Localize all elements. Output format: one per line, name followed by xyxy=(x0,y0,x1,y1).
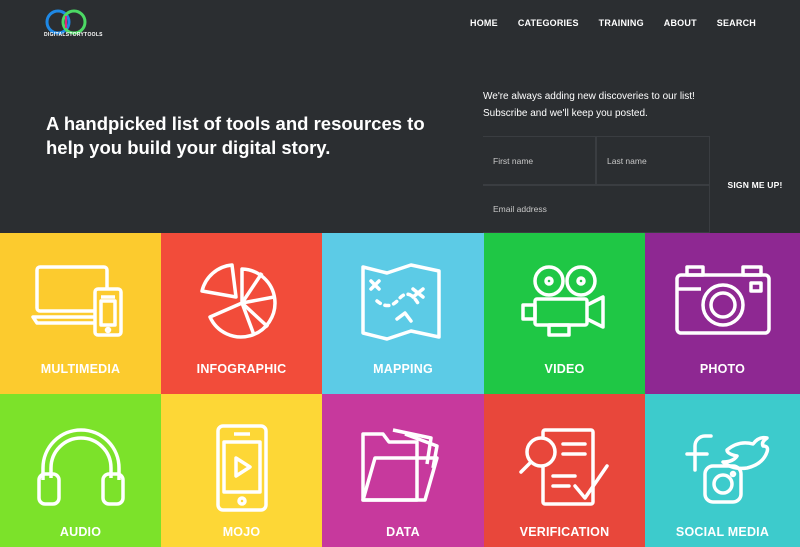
smartphone-play-icon xyxy=(215,424,268,512)
category-label: PHOTO xyxy=(699,362,746,376)
subscribe-line-1: We're always adding new discoveries to o… xyxy=(483,91,695,102)
treasure-map-icon xyxy=(361,263,441,341)
subscribe-line-2: Subscribe and we'll keep you posted. xyxy=(483,108,648,119)
pie-chart-icon xyxy=(199,263,277,339)
category-label: MOJO xyxy=(222,525,261,539)
category-tile-verification[interactable]: VERIFICATION xyxy=(484,394,645,547)
first-name-field[interactable]: First name xyxy=(483,136,596,185)
sign-up-button[interactable]: SIGN ME UP! xyxy=(710,136,800,233)
devices-icon xyxy=(30,265,123,337)
category-tile-multimedia[interactable]: MULTIMEDIA xyxy=(0,233,161,394)
hero-headline: A handpicked list of tools and resources… xyxy=(46,113,425,158)
nav-categories[interactable]: CATEGORIES xyxy=(518,18,579,28)
headphones-icon xyxy=(36,428,125,506)
social-icons-icon xyxy=(684,434,769,504)
last-name-field[interactable]: Last name xyxy=(596,136,710,185)
nav-training[interactable]: TRAINING xyxy=(599,18,644,28)
category-tile-mapping[interactable]: MAPPING xyxy=(322,233,484,394)
hero-section: DIGITALSTORYTOOLS HOME CATEGORIES TRAINI… xyxy=(0,0,800,233)
logo-text: DIGITALSTORYTOOLS xyxy=(44,32,103,38)
folder-icon xyxy=(361,428,439,502)
subscribe-form: First name Last name Email address SIGN … xyxy=(483,136,800,233)
category-tile-video[interactable]: VIDEO xyxy=(484,233,645,394)
category-tile-audio[interactable]: AUDIO xyxy=(0,394,161,547)
subscribe-text: We're always adding new discoveries to o… xyxy=(483,88,783,122)
nav-about[interactable]: ABOUT xyxy=(664,18,697,28)
category-grid: MULTIMEDIA INFOGRAPHIC MAPPING VIDEO PHO… xyxy=(0,233,800,547)
magnifier-checklist-icon xyxy=(518,428,609,506)
nav-home[interactable]: HOME xyxy=(470,18,498,28)
category-tile-infographic[interactable]: INFOGRAPHIC xyxy=(161,233,322,394)
category-label: AUDIO xyxy=(59,525,102,539)
film-projector-icon xyxy=(520,265,605,337)
category-label: INFOGRAPHIC xyxy=(196,362,287,376)
category-label: VERIFICATION xyxy=(519,525,610,539)
nav-search[interactable]: SEARCH xyxy=(717,18,756,28)
category-label: MULTIMEDIA xyxy=(40,362,121,376)
category-label: VIDEO xyxy=(544,362,585,376)
category-tile-data[interactable]: DATA xyxy=(322,394,484,547)
category-tile-social-media[interactable]: SOCIAL MEDIA xyxy=(645,394,800,547)
main-nav: HOME CATEGORIES TRAINING ABOUT SEARCH xyxy=(450,18,756,28)
category-label: MAPPING xyxy=(373,362,433,376)
category-tile-photo[interactable]: PHOTO xyxy=(645,233,800,394)
category-label: DATA xyxy=(386,525,420,539)
camera-icon xyxy=(674,265,771,335)
category-label: SOCIAL MEDIA xyxy=(675,525,770,539)
category-tile-mojo[interactable]: MOJO xyxy=(161,394,322,547)
email-field[interactable]: Email address xyxy=(483,185,710,233)
